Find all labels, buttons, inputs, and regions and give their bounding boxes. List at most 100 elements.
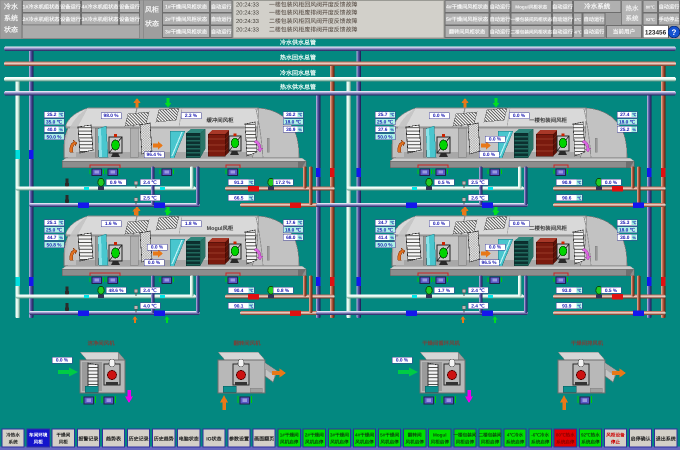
svg-text:1.7 %: 1.7 %: [438, 288, 451, 294]
svg-text:4#干燥间风柜状态: 4#干燥间风柜状态: [446, 4, 489, 11]
svg-text:缓冲间风柜: 缓冲间风柜: [207, 117, 235, 124]
svg-text:停止: 停止: [611, 440, 621, 445]
svg-text:2.6 ℃: 2.6 ℃: [471, 195, 485, 201]
svg-text:一楼包装间风柜: 一楼包装间风柜: [529, 117, 567, 124]
svg-text:3#干燥间: 3#干燥间: [330, 433, 349, 438]
svg-text:状态: 状态: [4, 25, 18, 34]
svg-text:历史记录: 历史记录: [129, 436, 149, 443]
svg-text:℃: ℃: [249, 181, 254, 185]
svg-text:自动运行: 自动运行: [552, 4, 574, 11]
svg-text:80℃热水: 80℃热水: [556, 433, 575, 438]
svg-text:Mogul风柜状态: Mogul风柜状态: [515, 5, 547, 10]
svg-text:二楼包装风柜回风阀开度反馈故障: 二楼包装风柜回风阀开度反馈故障: [269, 18, 357, 25]
svg-text:1.8 %: 1.8 %: [185, 221, 198, 227]
svg-text:96.5 %: 96.5 %: [482, 260, 498, 266]
svg-text:℃: ℃: [59, 221, 64, 225]
svg-text:2#干燥间: 2#干燥间: [305, 433, 324, 438]
svg-text:40.0: 40.0: [47, 127, 57, 133]
svg-text:5#干燥间: 5#干燥间: [380, 433, 399, 438]
svg-text:自动运行: 自动运行: [584, 28, 606, 35]
svg-text:℃: ℃: [390, 221, 395, 225]
svg-text:电脑状态: 电脑状态: [179, 436, 200, 443]
svg-text:41.4: 41.4: [378, 235, 388, 241]
svg-text:一楼包装间: 一楼包装间: [453, 433, 476, 438]
svg-text:画面翻页: 画面翻页: [254, 436, 274, 443]
svg-text:手动停止: 手动停止: [659, 16, 680, 23]
svg-text:90.1: 90.1: [234, 303, 244, 309]
svg-text:96.4 %: 96.4 %: [147, 152, 163, 158]
svg-text:5#干燥间风柜状态: 5#干燥间风柜状态: [446, 16, 489, 23]
svg-text:30.0: 30.0: [620, 235, 630, 241]
svg-text:冷水: 冷水: [4, 2, 19, 11]
svg-text:4℃: 4℃: [574, 17, 581, 22]
svg-text:翻转间: 翻转间: [408, 433, 422, 438]
svg-text:2.3 %: 2.3 %: [185, 113, 198, 119]
svg-text:44.7: 44.7: [47, 235, 57, 241]
svg-text:设备运行: 设备运行: [60, 16, 82, 23]
svg-text:趋势表: 趋势表: [106, 436, 122, 443]
svg-text:系统: 系统: [8, 439, 18, 445]
svg-text:68.0: 68.0: [286, 235, 296, 241]
svg-text:二楼包装间风柜: 二楼包装间风柜: [529, 225, 567, 232]
svg-text:℃: ℃: [632, 113, 637, 117]
svg-text:干燥间排风机: 干燥间排风机: [571, 340, 604, 347]
svg-text:退出系统: 退出系统: [656, 436, 676, 443]
svg-text:冷水系统: 冷水系统: [584, 3, 611, 11]
svg-text:25.0 ℃: 25.0 ℃: [377, 120, 394, 126]
svg-text:自动运行: 自动运行: [552, 16, 574, 23]
svg-text:自动运行: 自动运行: [552, 29, 574, 36]
svg-text:系统启停: 系统启停: [531, 439, 550, 445]
svg-text:2.4 ℃: 2.4 ℃: [471, 288, 485, 294]
svg-text:风柜启停: 风柜启停: [481, 440, 500, 445]
svg-text:30.2: 30.2: [286, 112, 296, 118]
svg-text:2.4 ℃: 2.4 ℃: [143, 180, 157, 186]
svg-text:℃: ℃: [249, 289, 254, 293]
svg-text:二楼包装风柜废排阀开度反馈故障: 二楼包装风柜废排阀开度反馈故障: [269, 26, 357, 33]
svg-text:90.6: 90.6: [562, 195, 572, 201]
svg-text:3#干燥间风柜状态: 3#干燥间风柜状态: [165, 29, 208, 36]
svg-text:98.0 %: 98.0 %: [104, 113, 120, 119]
svg-text:2.5 ℃: 2.5 ℃: [143, 195, 157, 201]
svg-text:25.2: 25.2: [620, 127, 630, 133]
svg-text:风柜启停: 风柜启停: [431, 440, 450, 445]
svg-text:风机启停: 风机启停: [330, 440, 349, 445]
svg-text:4#干燥间: 4#干燥间: [355, 433, 374, 438]
svg-text:27.4: 27.4: [620, 112, 630, 118]
svg-text:2#冷水机组状态: 2#冷水机组状态: [23, 16, 61, 23]
svg-text:50.0 %: 50.0 %: [47, 134, 63, 140]
svg-text:92℃热水: 92℃热水: [581, 433, 600, 438]
svg-text:90.9: 90.9: [562, 180, 572, 186]
svg-text:18.0 ℃: 18.0 ℃: [285, 228, 302, 234]
svg-text:自动运行: 自动运行: [211, 16, 233, 23]
svg-text:风柜: 风柜: [34, 440, 44, 445]
svg-text:34.7: 34.7: [378, 220, 388, 226]
svg-text:自动运行: 自动运行: [490, 16, 512, 23]
svg-text:IO状态: IO状态: [206, 436, 222, 443]
svg-text:车间环境: 车间环境: [29, 433, 48, 438]
svg-text:干燥间循环风机: 干燥间循环风机: [422, 340, 460, 347]
svg-text:1#冷水机组状态: 1#冷水机组状态: [23, 4, 61, 11]
svg-text:?: ?: [672, 28, 677, 37]
svg-text:1#干燥间风柜状态: 1#干燥间风柜状态: [165, 4, 208, 11]
svg-text:2.4 ℃: 2.4 ℃: [471, 303, 485, 309]
svg-text:93.0: 93.0: [562, 288, 572, 294]
svg-text:20:24:33: 20:24:33: [236, 26, 260, 33]
svg-text:℃: ℃: [298, 221, 303, 225]
svg-text:2#干燥间风柜状态: 2#干燥间风柜状态: [165, 16, 208, 23]
svg-text:17.6: 17.6: [286, 220, 296, 226]
svg-text:℃: ℃: [577, 181, 582, 185]
svg-text:二楼包装间: 二楼包装间: [479, 433, 502, 438]
svg-text:风机启停: 风机启停: [355, 440, 374, 445]
svg-text:0.0 %: 0.0 %: [148, 260, 161, 266]
svg-text:设备运行: 设备运行: [60, 4, 82, 11]
svg-text:二楼包装间风柜状态: 二楼包装间风柜状态: [511, 30, 553, 35]
svg-text:0.0 %: 0.0 %: [433, 221, 446, 227]
svg-text:20:24:33: 20:24:33: [236, 18, 260, 25]
svg-text:1.6 %: 1.6 %: [105, 221, 118, 227]
svg-text:冷水回水总管: 冷水回水总管: [280, 69, 316, 77]
svg-text:0.0 %: 0.0 %: [489, 245, 502, 251]
svg-text:当前用户: 当前用户: [613, 29, 635, 36]
svg-text:风柜: 风柜: [59, 440, 69, 445]
svg-text:91.3: 91.3: [234, 180, 244, 186]
svg-text:系统启停: 系统启停: [581, 439, 600, 445]
